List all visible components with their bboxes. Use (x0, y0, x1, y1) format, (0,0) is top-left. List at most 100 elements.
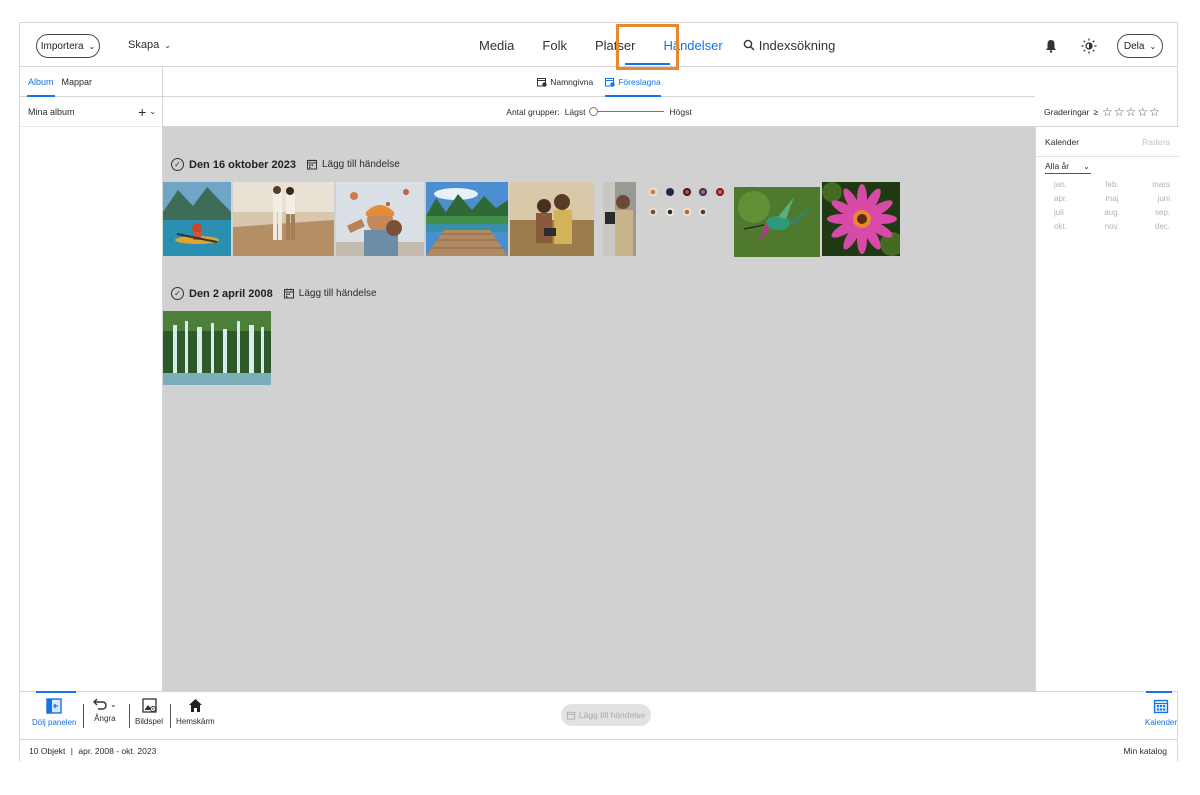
tab-albums[interactable]: Album (27, 77, 55, 97)
calendar-toggle-button[interactable]: Kalender (1145, 698, 1177, 727)
photo-thumbnail[interactable] (163, 182, 231, 256)
share-label: Dela (1123, 40, 1145, 52)
month-nov[interactable]: nov. (1093, 222, 1132, 231)
rating-stars[interactable]: ☆☆☆☆☆ (1102, 105, 1161, 119)
calendar-active-bar (1146, 691, 1172, 693)
events-subnav: Namngivna Föreslagna (163, 67, 1035, 97)
photo-thumbnail[interactable] (233, 182, 334, 256)
slider-knob[interactable] (589, 106, 599, 116)
top-right-actions: Dela ⌄ (1041, 34, 1163, 58)
month-mar[interactable]: mars (1131, 180, 1170, 189)
slider-track (590, 111, 665, 112)
month-dec[interactable]: dec. (1131, 222, 1170, 231)
nav-search[interactable]: Indexsökning (737, 37, 836, 53)
check-circle-icon[interactable]: ✓ (171, 287, 184, 300)
catalog-name[interactable]: Min katalog (1124, 746, 1167, 756)
my-albums-label: Mina album (28, 106, 75, 117)
photo-thumbnail[interactable] (426, 182, 508, 256)
bell-icon[interactable] (1041, 36, 1061, 56)
bottom-toolbar: Dölj panelen ⌄ Ångra Bildspel Hemskärm L… (20, 691, 1177, 739)
faces-cluster-thumbnail[interactable] (646, 182, 732, 256)
home-icon (188, 699, 202, 712)
undo-icon (93, 698, 107, 710)
add-event-label: Lägg till händelse (298, 288, 377, 299)
clear-button[interactable]: Radera (1142, 137, 1170, 147)
month-feb[interactable]: feb. (1093, 180, 1132, 189)
calendar-toggle-label: Kalender (1145, 718, 1178, 727)
ratings-filter: Graderingar ≥ ☆☆☆☆☆ (1035, 97, 1179, 127)
event-thumbnails (163, 311, 273, 385)
home-label: Hemskärm (176, 717, 215, 726)
date-range: apr. 2008 - okt. 2023 (78, 746, 157, 756)
ratings-operator: ≥ (1093, 106, 1099, 117)
month-apr[interactable]: apr. (1054, 194, 1093, 203)
add-event-button[interactable]: Lägg till händelse (307, 159, 400, 170)
photo-thumbnail[interactable] (734, 187, 820, 257)
share-button[interactable]: Dela ⌄ (1117, 34, 1163, 58)
left-panel: Album Mappar Mina album + ⌄ (20, 67, 163, 691)
chevron-down-icon[interactable]: ⌄ (149, 107, 156, 116)
hide-panel-label: Dölj panelen (32, 718, 77, 727)
calendar-add-icon (566, 711, 576, 720)
tab-named-events[interactable]: Namngivna (537, 77, 593, 87)
calendar-title: Kalender (1045, 136, 1080, 147)
month-aug[interactable]: aug. (1093, 208, 1132, 217)
slideshow-button[interactable]: Bildspel (135, 698, 163, 726)
import-label: Importera (40, 40, 84, 52)
add-event-button[interactable]: Lägg till händelse (283, 288, 377, 299)
nav-media[interactable]: Media (465, 38, 528, 53)
add-event-label: Lägg till händelse (322, 159, 400, 170)
events-grid: ✓ Den 16 oktober 2023 Lägg till händelse (163, 127, 1035, 691)
photo-thumbnail[interactable] (603, 182, 636, 256)
undo-button[interactable]: ⌄ Ångra (93, 698, 117, 723)
month-may[interactable]: maj (1093, 194, 1132, 203)
event-thumbnails (163, 182, 902, 257)
group-count-high: Högst (669, 106, 692, 117)
photo-thumbnail[interactable] (163, 311, 271, 385)
calendar-panel-header: Kalender Radera (1036, 127, 1179, 157)
chevron-down-icon: ⌄ (1149, 41, 1157, 51)
group-count-label: Antal grupper: (506, 106, 560, 117)
status-divider: | (70, 746, 73, 756)
toolbar-separator (170, 704, 171, 728)
ratings-label: Graderingar (1044, 106, 1090, 117)
add-event-toolbar-button[interactable]: Lägg till händelse (561, 704, 651, 726)
create-menu-button[interactable]: Skapa ⌄ (128, 39, 171, 51)
calendar-icon (1153, 699, 1169, 714)
month-jul[interactable]: juli (1054, 208, 1093, 217)
chevron-down-icon: ⌄ (164, 40, 171, 50)
event-title: Den 16 oktober 2023 (189, 158, 296, 171)
chevron-down-icon: ⌄ (88, 41, 96, 51)
check-circle-icon[interactable]: ✓ (171, 158, 184, 171)
calendar-check-icon (537, 77, 547, 87)
month-jun[interactable]: juni (1131, 194, 1170, 203)
home-button[interactable]: Hemskärm (176, 698, 215, 726)
group-count-slider[interactable] (589, 106, 665, 117)
toolbar-separator (83, 704, 84, 728)
left-panel-tabs: Album Mappar (20, 67, 162, 97)
import-button[interactable]: Importera ⌄ (36, 34, 100, 58)
tab-folders[interactable]: Mappar (62, 77, 93, 87)
my-albums-row: Mina album + ⌄ (20, 97, 162, 127)
search-label: Indexsökning (758, 37, 836, 53)
search-icon (743, 39, 755, 51)
photo-thumbnail[interactable] (510, 182, 594, 256)
tab-suggested-events[interactable]: Föreslagna (605, 77, 661, 97)
hide-panel-active-bar (36, 691, 76, 693)
brightness-icon[interactable] (1079, 36, 1099, 56)
month-jan[interactable]: jan. (1054, 180, 1093, 189)
undo-label: Ångra (94, 714, 116, 723)
chevron-down-icon[interactable]: ⌄ (110, 700, 117, 709)
year-select[interactable]: Alla år ⌄ (1045, 161, 1091, 174)
nav-people[interactable]: Folk (528, 38, 581, 53)
hide-panel-button[interactable]: Dölj panelen (32, 698, 76, 727)
app-window: Importera ⌄ Skapa ⌄ Media Folk Platser H… (19, 22, 1179, 762)
month-oct[interactable]: okt. (1054, 222, 1093, 231)
month-grid: jan. feb. mars apr. maj juni juli aug. s… (1054, 180, 1170, 231)
photo-thumbnail[interactable] (822, 182, 900, 256)
calendar-panel: Kalender Radera Alla år ⌄ jan. feb. mars… (1035, 127, 1179, 691)
add-album-icon[interactable]: + (138, 104, 146, 120)
month-sep[interactable]: sep. (1131, 208, 1170, 217)
photo-thumbnail[interactable] (336, 182, 424, 256)
calendar-suggest-icon (605, 77, 615, 87)
